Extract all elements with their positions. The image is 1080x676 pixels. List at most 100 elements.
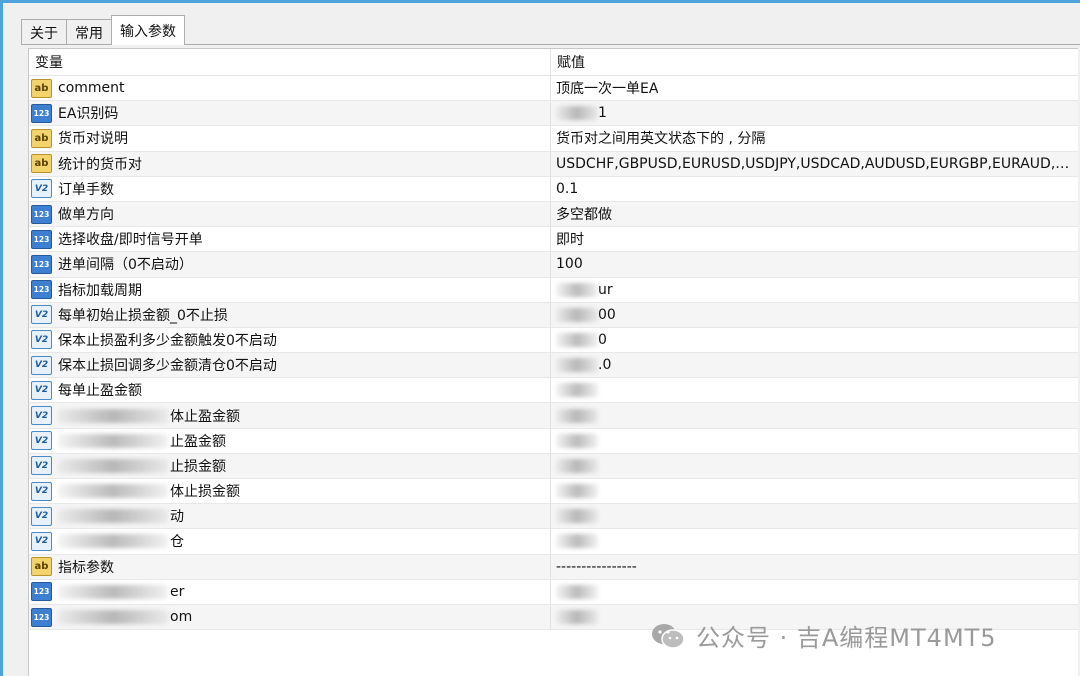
parameter-name-cell: V2 体止损金额 bbox=[29, 479, 551, 504]
tab-about[interactable]: 关于 bbox=[21, 19, 67, 45]
tab-common[interactable]: 常用 bbox=[66, 19, 112, 45]
redacted-value bbox=[556, 332, 598, 347]
parameter-value-cell[interactable]: 0.1 bbox=[551, 177, 1078, 201]
parameter-name: 仓 bbox=[170, 534, 184, 551]
redacted-value bbox=[556, 433, 598, 448]
redacted-text bbox=[58, 610, 168, 625]
parameter-value: ur bbox=[598, 281, 613, 298]
parameter-name-cell: V2 每单初始止损金额_0不止损 bbox=[29, 302, 551, 327]
redacted-value bbox=[556, 358, 598, 373]
wechat-icon bbox=[652, 623, 685, 649]
column-header-value[interactable]: 赋值 bbox=[551, 49, 1078, 75]
parameter-value: USDCHF,GBPUSD,EURUSD,USDJPY,USDCAD,AUDUS… bbox=[556, 155, 1071, 172]
parameter-value-cell[interactable]: 货币对之间用英文状态下的 , 分隔 bbox=[551, 126, 1078, 150]
parameter-value-cell[interactable]: ur bbox=[551, 278, 1078, 302]
column-header-variable[interactable]: 变量 bbox=[29, 49, 551, 75]
table-row[interactable]: V2 动 bbox=[29, 504, 1078, 530]
parameter-value: 多空都做 bbox=[556, 207, 612, 224]
parameter-value-cell[interactable] bbox=[551, 378, 1078, 402]
parameter-name: 止损金额 bbox=[170, 458, 226, 475]
parameter-value-cell[interactable]: 多空都做 bbox=[551, 202, 1078, 226]
table-row[interactable]: V2 保本止损回调多少金额清仓0不启动 .0 bbox=[29, 353, 1078, 379]
double-type-icon: V2 bbox=[31, 380, 52, 400]
parameter-name-cell: 123 做单方向 bbox=[29, 201, 551, 227]
parameter-name: 货币对说明 bbox=[58, 131, 128, 148]
parameter-value-cell[interactable] bbox=[551, 429, 1078, 453]
parameter-value-cell[interactable]: 顶底一次一单EA bbox=[551, 76, 1078, 100]
table-row[interactable]: V2 止盈金额 bbox=[29, 428, 1078, 454]
table-header: 变量 赋值 bbox=[29, 49, 1078, 76]
parameter-name-cell: ab 统计的货币对 bbox=[29, 151, 551, 176]
table-row[interactable]: V2 体止损金额 bbox=[29, 479, 1078, 505]
parameter-name-cell: ab 货币对说明 bbox=[29, 126, 551, 151]
redacted-value bbox=[556, 408, 598, 423]
parameter-name-cell: V2 保本止损盈利多少金额触发0不启动 bbox=[29, 327, 551, 353]
parameter-value-cell[interactable]: ---------------- bbox=[551, 555, 1078, 579]
table-row[interactable]: ab 货币对说明 货币对之间用英文状态下的 , 分隔 bbox=[29, 126, 1078, 152]
parameter-value-cell[interactable]: USDCHF,GBPUSD,EURUSD,USDJPY,USDCAD,AUDUS… bbox=[551, 152, 1078, 176]
parameter-name-cell: ab comment bbox=[29, 76, 551, 101]
parameter-name-cell: V2 保本止损回调多少金额清仓0不启动 bbox=[29, 353, 551, 378]
parameter-name: 保本止损回调多少金额清仓0不启动 bbox=[58, 358, 277, 375]
table-row[interactable]: V2 仓 bbox=[29, 529, 1078, 555]
parameter-name: 指标参数 bbox=[58, 559, 114, 576]
table-row[interactable]: V2 每单止盈金额 bbox=[29, 378, 1078, 404]
parameter-value: 0 bbox=[598, 331, 607, 348]
watermark-text: 公众号 · 吉A编程MT4MT5 bbox=[696, 624, 997, 652]
parameter-value-cell[interactable] bbox=[551, 580, 1078, 604]
table-row[interactable]: 123 选择收盘/即时信号开单 即时 bbox=[29, 227, 1078, 253]
tab-inputs[interactable]: 输入参数 bbox=[111, 15, 185, 45]
table-row[interactable]: 123 EA识别码 1 bbox=[29, 101, 1078, 127]
table-row[interactable]: ab comment 顶底一次一单EA bbox=[29, 76, 1078, 102]
parameter-value-cell[interactable]: 即时 bbox=[551, 227, 1078, 251]
parameter-name: 订单手数 bbox=[58, 181, 114, 198]
double-type-icon: V2 bbox=[31, 506, 52, 526]
int-type-icon: 123 bbox=[31, 582, 52, 602]
parameter-name: 每单止盈金额 bbox=[58, 383, 142, 400]
parameter-value-cell[interactable] bbox=[551, 454, 1078, 478]
redacted-value bbox=[556, 458, 598, 473]
double-type-icon: V2 bbox=[31, 456, 52, 476]
watermark: 公众号 · 吉A编程MT4MT5 bbox=[650, 618, 997, 653]
parameter-name-cell: ab 指标参数 bbox=[29, 554, 551, 579]
table-row[interactable]: 123 er bbox=[29, 579, 1078, 605]
parameter-value-cell[interactable] bbox=[551, 529, 1078, 553]
parameter-value-cell[interactable] bbox=[551, 504, 1078, 528]
parameter-name-cell: V2 止盈金额 bbox=[29, 428, 551, 453]
table-row[interactable]: 123 做单方向 多空都做 bbox=[29, 201, 1078, 228]
parameter-value-cell[interactable]: 100 bbox=[551, 252, 1078, 276]
int-type-icon: 123 bbox=[31, 204, 52, 224]
table-row[interactable]: ab 统计的货币对 USDCHF,GBPUSD,EURUSD,USDJPY,USDC… bbox=[29, 151, 1078, 177]
redacted-value bbox=[556, 534, 598, 549]
redacted-value bbox=[556, 509, 598, 524]
int-type-icon: 123 bbox=[31, 607, 52, 627]
table-row[interactable]: 123 指标加载周期 ur bbox=[29, 277, 1078, 303]
table-row[interactable]: ab 指标参数 ---------------- bbox=[29, 554, 1078, 580]
double-type-icon: V2 bbox=[31, 305, 52, 325]
parameter-value-cell[interactable] bbox=[551, 479, 1078, 503]
table-row[interactable]: V2 每单初始止损金额_0不止损 00 bbox=[29, 302, 1078, 328]
parameter-name: 指标加载周期 bbox=[58, 282, 142, 299]
table-row[interactable]: V2 保本止损盈利多少金额触发0不启动 0 bbox=[29, 327, 1078, 354]
redacted-text bbox=[58, 433, 168, 448]
table-row[interactable]: V2 止损金额 bbox=[29, 453, 1078, 479]
parameter-name-cell: V2 体止盈金额 bbox=[29, 403, 551, 428]
table-row[interactable]: 123 进单间隔（0不启动） 100 bbox=[29, 252, 1078, 278]
parameter-name: 每单初始止损金额_0不止损 bbox=[58, 307, 228, 324]
table-row[interactable]: V2 体止盈金额 bbox=[29, 403, 1078, 429]
parameter-value-cell[interactable] bbox=[551, 403, 1078, 427]
parameter-value-cell[interactable]: .0 bbox=[551, 353, 1078, 377]
parameter-name: 进单间隔（0不启动） bbox=[58, 257, 193, 274]
double-type-icon: V2 bbox=[31, 481, 52, 501]
double-type-icon: V2 bbox=[31, 179, 52, 199]
table-row[interactable]: V2 订单手数 0.1 bbox=[29, 176, 1078, 202]
redacted-value bbox=[556, 610, 598, 625]
parameter-value-cell[interactable]: 00 bbox=[551, 303, 1078, 327]
parameter-name-cell: V2 订单手数 bbox=[29, 176, 551, 201]
int-type-icon: 123 bbox=[31, 103, 52, 123]
redacted-text bbox=[58, 484, 168, 499]
parameter-value-cell[interactable]: 0 bbox=[551, 328, 1078, 352]
parameter-name: 统计的货币对 bbox=[58, 156, 142, 173]
parameter-value-cell[interactable]: 1 bbox=[551, 101, 1078, 125]
redacted-text bbox=[58, 509, 168, 524]
